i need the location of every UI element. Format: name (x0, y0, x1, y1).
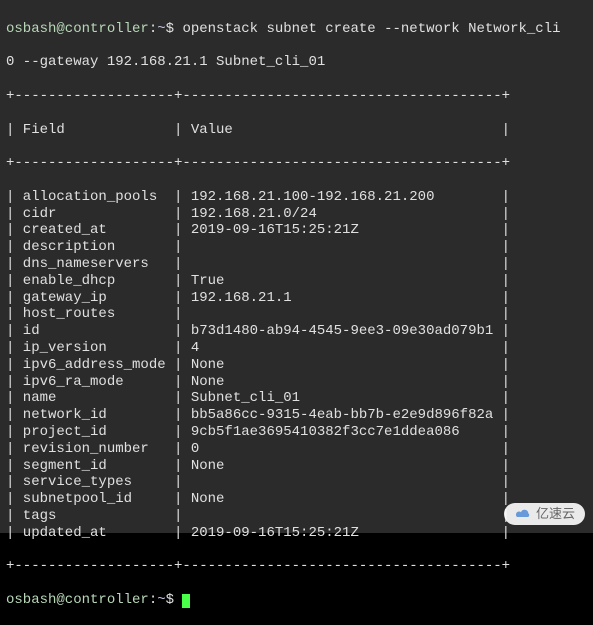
dollar-2: $ (166, 592, 174, 608)
table-row: | host_routes | | (6, 306, 587, 323)
dollar: $ (166, 21, 174, 37)
table-row: | network_id | bb5a86cc-9315-4eab-bb7b-e… (6, 407, 587, 424)
table-row: | description | | (6, 239, 587, 256)
table-row: | ipv6_address_mode | None | (6, 357, 587, 374)
table-row: | service_types | | (6, 474, 587, 491)
table-row: | gateway_ip | 192.168.21.1 | (6, 290, 587, 307)
table-row: | segment_id | None | (6, 458, 587, 475)
watermark-badge: 亿速云 (504, 503, 585, 525)
command-part1: openstack subnet create --network Networ… (182, 21, 560, 37)
path-2: ~ (157, 592, 165, 608)
user-host: osbash@controller (6, 21, 149, 37)
table-row: | id | b73d1480-ab94-4545-9ee3-09e30ad07… (6, 323, 587, 340)
command-line-2: 0 --gateway 192.168.21.1 Subnet_cli_01 (6, 54, 587, 71)
table-row: | allocation_pools | 192.168.21.100-192.… (6, 189, 587, 206)
table-row: | created_at | 2019-09-16T15:25:21Z | (6, 222, 587, 239)
cursor-icon (182, 594, 190, 608)
table-border-bottom: +-------------------+-------------------… (6, 558, 587, 575)
watermark-text: 亿速云 (536, 506, 575, 522)
command-part2: 0 --gateway 192.168.21.1 Subnet_cli_01 (6, 54, 325, 70)
terminal-window[interactable]: osbash@controller:~$ openstack subnet cr… (0, 0, 593, 533)
table-row: | updated_at | 2019-09-16T15:25:21Z | (6, 525, 587, 542)
table-row: | ipv6_ra_mode | None | (6, 374, 587, 391)
user-host-2: osbash@controller (6, 592, 149, 608)
table-row: | ip_version | 4 | (6, 340, 587, 357)
table-row: | subnetpool_id | None | (6, 491, 587, 508)
table-row: | name | Subnet_cli_01 | (6, 390, 587, 407)
table-border-mid: +-------------------+-------------------… (6, 155, 587, 172)
table-row: | enable_dhcp | True | (6, 273, 587, 290)
table-row: | revision_number | 0 | (6, 441, 587, 458)
table-row: | tags | | (6, 508, 587, 525)
prompt-line-2[interactable]: osbash@controller:~$ (6, 592, 587, 609)
cloud-icon (514, 508, 532, 520)
table-row: | dns_nameservers | | (6, 256, 587, 273)
table-row: | cidr | 192.168.21.0/24 | (6, 206, 587, 223)
table-body: | allocation_pools | 192.168.21.100-192.… (6, 189, 587, 542)
table-header: | Field | Value | (6, 122, 587, 139)
command-line-1: osbash@controller:~$ openstack subnet cr… (6, 21, 587, 38)
table-border-top: +-------------------+-------------------… (6, 88, 587, 105)
path: ~ (157, 21, 165, 37)
table-row: | project_id | 9cb5f1ae3695410382f3cc7e1… (6, 424, 587, 441)
